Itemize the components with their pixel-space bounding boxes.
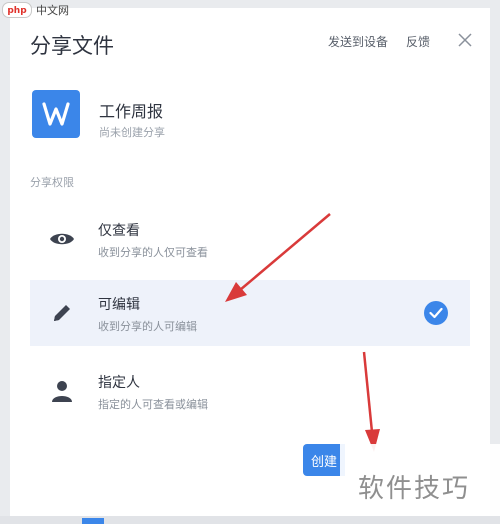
red-arrow-icon bbox=[362, 351, 380, 452]
brand-watermark-text: 软件技巧 bbox=[358, 474, 471, 504]
php-logo-icon: php bbox=[2, 2, 32, 18]
site-watermark-text: 中文网 bbox=[36, 4, 69, 17]
svg-text:php: php bbox=[7, 6, 27, 15]
bottom-accent bbox=[82, 518, 104, 524]
red-arrow-icon bbox=[225, 213, 331, 302]
site-watermark: php 中文网 bbox=[2, 2, 69, 18]
bottom-strip bbox=[0, 516, 500, 524]
